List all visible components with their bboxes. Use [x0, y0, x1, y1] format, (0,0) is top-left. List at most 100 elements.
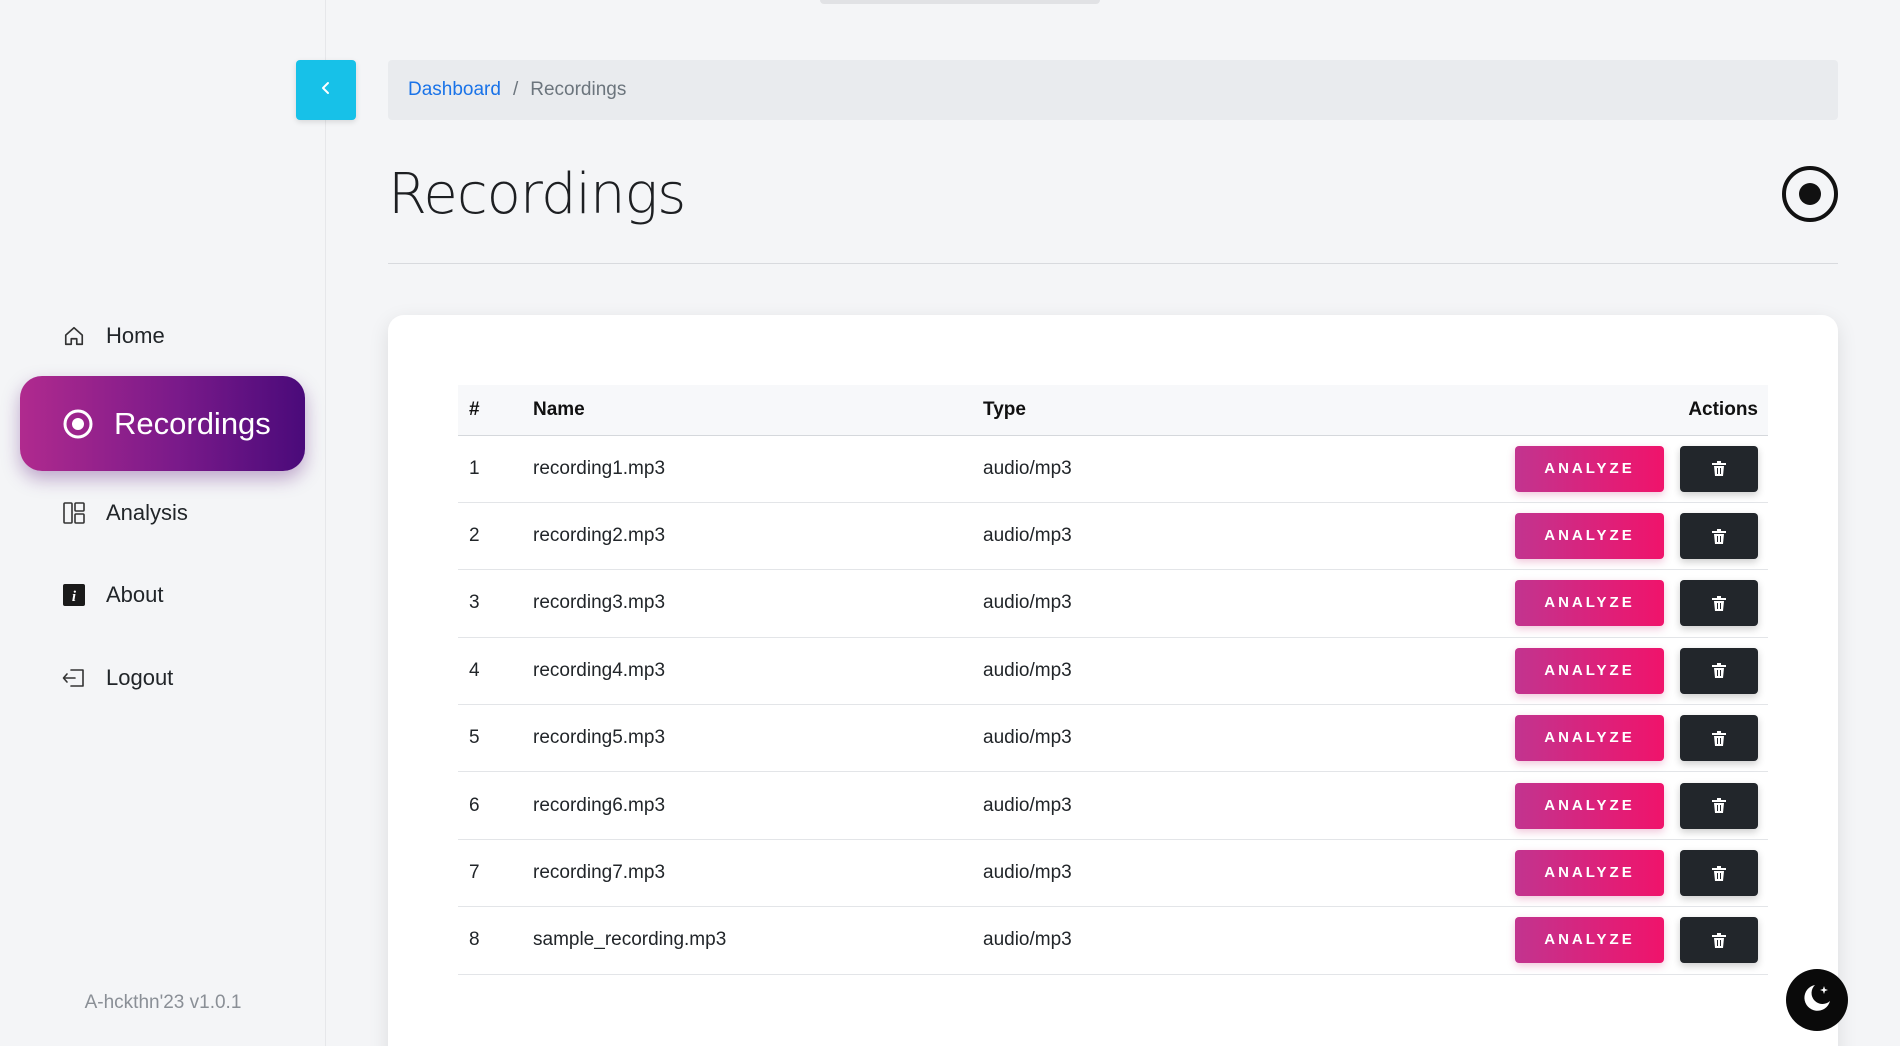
collapse-sidebar-button[interactable]: [296, 60, 356, 120]
recording-type: audio/mp3: [983, 592, 1072, 614]
trash-icon: [1712, 929, 1726, 950]
top-edge-shadow: [820, 0, 1100, 4]
table-row: 1 recording1.mp3 audio/mp3 ANALYZE: [458, 435, 1768, 503]
row-actions: ANALYZE: [1483, 772, 1768, 839]
recording-type: audio/mp3: [983, 659, 1072, 681]
delete-button[interactable]: [1680, 647, 1758, 694]
app-version: A-hckthn'23 v1.0.1: [84, 992, 242, 1013]
sidebar-item-about[interactable]: i About: [20, 565, 305, 625]
title-divider: [388, 263, 1838, 264]
logout-icon: [62, 666, 86, 690]
row-actions: ANALYZE: [1483, 907, 1768, 974]
delete-button[interactable]: [1680, 782, 1758, 829]
dashboard-layout-icon: [62, 501, 86, 525]
chevron-left-icon: [318, 80, 334, 101]
sidebar: Home Recordings Analysis i About Logout …: [0, 0, 326, 1046]
analyze-button[interactable]: ANALYZE: [1515, 580, 1664, 627]
page-title: Recordings: [388, 162, 686, 227]
delete-button[interactable]: [1680, 850, 1758, 897]
breadcrumb: Dashboard / Recordings: [388, 60, 1838, 120]
recording-type: audio/mp3: [983, 929, 1072, 951]
sidebar-item-home[interactable]: Home: [20, 306, 305, 366]
row-number: 6: [469, 794, 480, 816]
breadcrumb-dashboard-link[interactable]: Dashboard: [408, 79, 501, 101]
analyze-button[interactable]: ANALYZE: [1515, 513, 1664, 560]
recording-name: recording2.mp3: [533, 525, 666, 547]
sidebar-item-label: Logout: [106, 665, 174, 690]
column-header-name: Name: [533, 398, 585, 420]
trash-icon: [1712, 660, 1726, 681]
recording-name: sample_recording.mp3: [533, 929, 727, 951]
recordings-table: # Name Type Actions 1 recording1.mp3 audio…: [458, 385, 1768, 975]
table-row: 2 recording2.mp3 audio/mp3 ANALYZE: [458, 502, 1768, 570]
breadcrumb-separator: /: [512, 79, 519, 100]
trash-icon: [1712, 458, 1726, 479]
recording-type: audio/mp3: [983, 794, 1072, 816]
row-actions: ANALYZE: [1483, 502, 1768, 569]
trash-icon: [1712, 525, 1726, 546]
breadcrumb-current: Recordings: [530, 79, 627, 100]
delete-button[interactable]: [1680, 445, 1758, 492]
recording-name: recording5.mp3: [533, 727, 666, 749]
delete-button[interactable]: [1680, 917, 1758, 964]
recordings-card: # Name Type Actions 1 recording1.mp3 audio…: [388, 315, 1838, 1046]
info-square-icon: i: [62, 583, 86, 607]
table-row: 3 recording3.mp3 audio/mp3 ANALYZE: [458, 570, 1768, 638]
recording-name: recording7.mp3: [533, 862, 666, 884]
analyze-button[interactable]: ANALYZE: [1515, 850, 1664, 897]
table-row: 8 sample_recording.mp3 audio/mp3 ANALYZE: [458, 907, 1768, 975]
record-dot-icon: [1799, 183, 1821, 205]
table-header-row: # Name Type Actions: [458, 385, 1768, 435]
recording-type: audio/mp3: [983, 525, 1072, 547]
column-header-actions: Actions: [1688, 398, 1758, 420]
delete-button[interactable]: [1680, 715, 1758, 762]
row-actions: ANALYZE: [1483, 637, 1768, 704]
analyze-button[interactable]: ANALYZE: [1515, 715, 1664, 762]
soundwave-logo-icon: [80, 100, 250, 220]
row-actions: ANALYZE: [1483, 705, 1768, 772]
table-row: 5 recording5.mp3 audio/mp3 ANALYZE: [458, 705, 1768, 772]
delete-button[interactable]: [1680, 580, 1758, 627]
sidebar-item-recordings[interactable]: Recordings: [20, 376, 305, 471]
sidebar-item-label: Analysis: [106, 500, 188, 525]
sidebar-item-label: Home: [106, 323, 165, 348]
row-number: 4: [469, 659, 480, 681]
sidebar-item-logout[interactable]: Logout: [20, 648, 305, 708]
sidebar-item-label: Recordings: [114, 405, 271, 441]
recording-name: recording1.mp3: [533, 457, 666, 479]
sidebar-item-analysis[interactable]: Analysis: [20, 483, 305, 543]
column-header-number: #: [469, 398, 480, 420]
recording-name: recording6.mp3: [533, 794, 666, 816]
delete-button[interactable]: [1680, 513, 1758, 560]
record-button[interactable]: [1782, 166, 1838, 222]
sidebar-item-label: About: [106, 582, 164, 607]
analyze-button[interactable]: ANALYZE: [1515, 445, 1664, 492]
analyze-button[interactable]: ANALYZE: [1515, 647, 1664, 694]
recording-name: recording4.mp3: [533, 659, 666, 681]
row-number: 3: [469, 592, 480, 614]
recording-name: recording3.mp3: [533, 592, 666, 614]
row-number: 2: [469, 525, 480, 547]
home-icon: [62, 324, 86, 348]
moon-stars-icon: [1800, 981, 1834, 1020]
table-body: 1 recording1.mp3 audio/mp3 ANALYZE 2 recordin…: [458, 435, 1768, 975]
record-circle-icon: [62, 408, 94, 440]
dark-mode-toggle[interactable]: [1786, 969, 1848, 1031]
table-row: 4 recording4.mp3 audio/mp3 ANALYZE: [458, 637, 1768, 705]
column-header-type: Type: [983, 398, 1026, 420]
row-number: 1: [469, 457, 480, 479]
row-number: 8: [469, 929, 480, 951]
row-actions: ANALYZE: [1483, 839, 1768, 906]
analyze-button[interactable]: ANALYZE: [1515, 782, 1664, 829]
row-number: 7: [469, 862, 480, 884]
row-actions: ANALYZE: [1483, 570, 1768, 637]
row-actions: ANALYZE: [1483, 435, 1768, 502]
recording-type: audio/mp3: [983, 862, 1072, 884]
analyze-button[interactable]: ANALYZE: [1515, 917, 1664, 964]
table-row: 6 recording6.mp3 audio/mp3 ANALYZE: [458, 772, 1768, 840]
row-number: 5: [469, 727, 480, 749]
trash-icon: [1712, 795, 1726, 816]
recording-type: audio/mp3: [983, 727, 1072, 749]
trash-icon: [1712, 592, 1726, 613]
trash-icon: [1712, 862, 1726, 883]
